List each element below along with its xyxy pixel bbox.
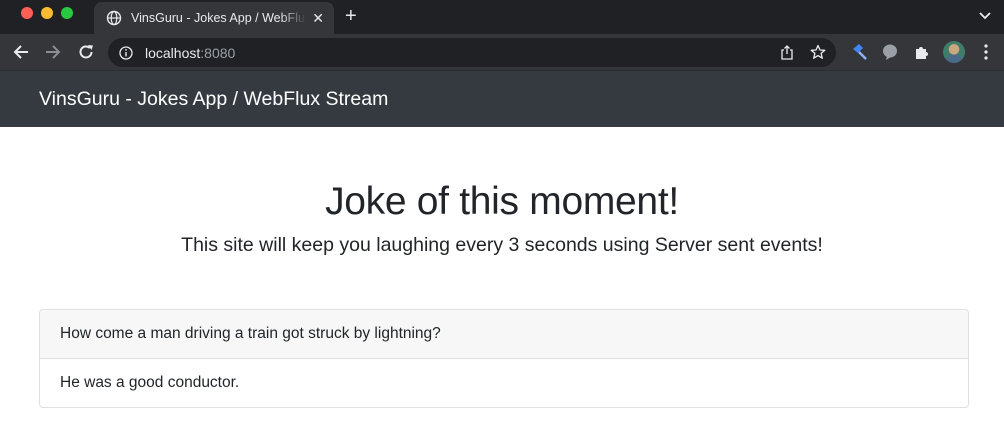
address-url[interactable]: localhost:8080 bbox=[145, 45, 235, 61]
bookmark-star-icon[interactable] bbox=[810, 44, 826, 60]
page-subtitle: This site will keep you laughing every 3… bbox=[181, 234, 823, 256]
reload-icon[interactable] bbox=[77, 43, 95, 61]
extension-speech-bubble-icon[interactable] bbox=[881, 43, 899, 61]
forward-arrow-icon[interactable] bbox=[44, 43, 62, 61]
share-icon[interactable] bbox=[780, 45, 794, 60]
profile-avatar[interactable] bbox=[943, 41, 965, 63]
window-minimize-button[interactable] bbox=[41, 7, 53, 19]
chevron-down-icon[interactable] bbox=[978, 9, 992, 23]
back-arrow-icon[interactable] bbox=[12, 43, 30, 61]
address-bar[interactable]: localhost:8080 bbox=[108, 38, 836, 67]
more-menu-icon[interactable] bbox=[983, 44, 989, 60]
joke-card: How come a man driving a train got struc… bbox=[39, 309, 969, 408]
extension-hammer-icon[interactable] bbox=[850, 43, 868, 61]
tab-title: VinsGuru - Jokes App / WebFlux Stream bbox=[131, 11, 306, 25]
url-host: localhost bbox=[145, 44, 201, 61]
browser-titlebar: VinsGuru - Jokes App / WebFlux Stream ✕ … bbox=[0, 0, 1004, 34]
browser-tab-active[interactable]: VinsGuru - Jokes App / WebFlux Stream ✕ bbox=[94, 2, 334, 34]
joke-punchline: He was a good conductor. bbox=[60, 374, 240, 391]
extensions-puzzle-icon[interactable] bbox=[913, 43, 931, 61]
hero-section: Joke of this moment! This site will keep… bbox=[0, 127, 1004, 257]
window-maximize-button[interactable] bbox=[61, 7, 73, 19]
new-tab-button[interactable]: + bbox=[345, 6, 357, 26]
tab-close-icon[interactable]: ✕ bbox=[312, 11, 324, 25]
page-title: Joke of this moment! bbox=[325, 180, 679, 223]
url-port: :8080 bbox=[200, 44, 236, 61]
info-icon[interactable] bbox=[119, 45, 133, 60]
joke-setup: How come a man driving a train got struc… bbox=[40, 310, 968, 359]
globe-icon bbox=[106, 10, 122, 26]
site-navbar: VinsGuru - Jokes App / WebFlux Stream bbox=[0, 70, 1004, 127]
navbar-brand-link[interactable]: VinsGuru - Jokes App / WebFlux Stream bbox=[39, 88, 388, 111]
window-controls bbox=[21, 7, 73, 19]
browser-toolbar: localhost:8080 bbox=[0, 34, 1004, 70]
window-close-button[interactable] bbox=[21, 7, 33, 19]
